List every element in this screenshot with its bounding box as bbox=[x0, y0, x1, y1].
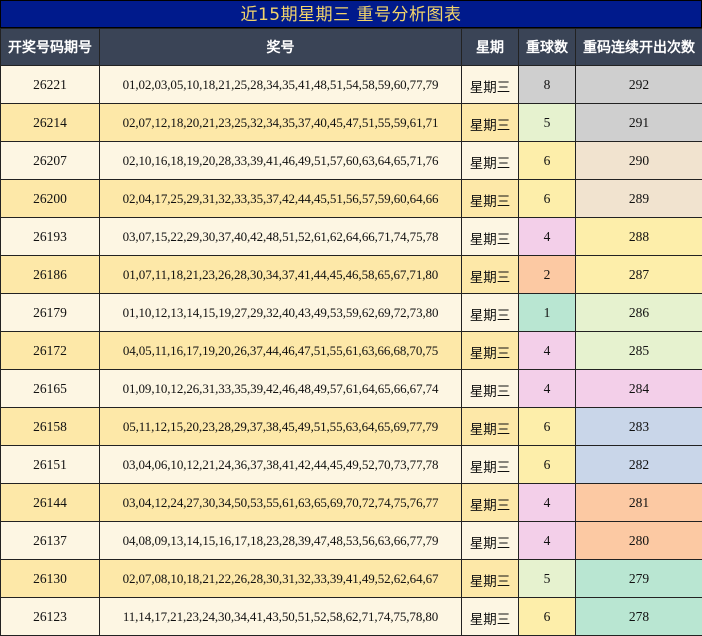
table-row: 2612311,14,17,21,23,24,30,34,41,43,50,51… bbox=[1, 598, 702, 636]
streak-count-cell: 283 bbox=[576, 408, 702, 446]
numbers-cell: 01,09,10,12,26,31,33,35,39,42,46,48,49,5… bbox=[100, 370, 462, 408]
table-row: 2616501,09,10,12,26,31,33,35,39,42,46,48… bbox=[1, 370, 702, 408]
page-title: 近15期星期三 重号分析图表 bbox=[0, 0, 702, 28]
issue-cell: 26158 bbox=[1, 408, 100, 446]
repeat-count-cell: 4 bbox=[519, 218, 576, 256]
streak-count-cell: 292 bbox=[576, 66, 702, 104]
streak-count-cell: 286 bbox=[576, 294, 702, 332]
table-header-row: 开奖号码期号 奖号 星期 重球数 重码连续开出次数 bbox=[1, 29, 702, 66]
table-row: 2620702,10,16,18,19,20,28,33,39,41,46,49… bbox=[1, 142, 702, 180]
weekday-cell: 星期三 bbox=[462, 294, 519, 332]
weekday-cell: 星期三 bbox=[462, 256, 519, 294]
issue-cell: 26137 bbox=[1, 522, 100, 560]
repeat-analysis-table: 开奖号码期号 奖号 星期 重球数 重码连续开出次数 2622101,02,03,… bbox=[0, 28, 702, 636]
issue-cell: 26214 bbox=[1, 104, 100, 142]
weekday-cell: 星期三 bbox=[462, 66, 519, 104]
weekday-cell: 星期三 bbox=[462, 598, 519, 636]
repeat-count-cell: 1 bbox=[519, 294, 576, 332]
repeat-count-cell: 6 bbox=[519, 408, 576, 446]
numbers-cell: 01,10,12,13,14,15,19,27,29,32,40,43,49,5… bbox=[100, 294, 462, 332]
streak-count-cell: 279 bbox=[576, 560, 702, 598]
repeat-count-cell: 6 bbox=[519, 446, 576, 484]
streak-count-cell: 278 bbox=[576, 598, 702, 636]
issue-cell: 26179 bbox=[1, 294, 100, 332]
weekday-cell: 星期三 bbox=[462, 332, 519, 370]
table-row: 2613704,08,09,13,14,15,16,17,18,23,28,39… bbox=[1, 522, 702, 560]
issue-cell: 26207 bbox=[1, 142, 100, 180]
header-numbers: 奖号 bbox=[100, 29, 462, 66]
weekday-cell: 星期三 bbox=[462, 370, 519, 408]
table-body: 2622101,02,03,05,10,18,21,25,28,34,35,41… bbox=[1, 66, 702, 636]
table-row: 2617901,10,12,13,14,15,19,27,29,32,40,43… bbox=[1, 294, 702, 332]
numbers-cell: 03,04,06,10,12,21,24,36,37,38,41,42,44,4… bbox=[100, 446, 462, 484]
issue-cell: 26193 bbox=[1, 218, 100, 256]
streak-count-cell: 281 bbox=[576, 484, 702, 522]
table-row: 2618601,07,11,18,21,23,26,28,30,34,37,41… bbox=[1, 256, 702, 294]
repeat-count-cell: 4 bbox=[519, 522, 576, 560]
issue-cell: 26172 bbox=[1, 332, 100, 370]
numbers-cell: 04,08,09,13,14,15,16,17,18,23,28,39,47,4… bbox=[100, 522, 462, 560]
table-row: 2613002,07,08,10,18,21,22,26,28,30,31,32… bbox=[1, 560, 702, 598]
header-streak-count: 重码连续开出次数 bbox=[576, 29, 702, 66]
streak-count-cell: 288 bbox=[576, 218, 702, 256]
header-repeat-count: 重球数 bbox=[519, 29, 576, 66]
streak-count-cell: 289 bbox=[576, 180, 702, 218]
header-issue: 开奖号码期号 bbox=[1, 29, 100, 66]
repeat-count-cell: 2 bbox=[519, 256, 576, 294]
table-row: 2622101,02,03,05,10,18,21,25,28,34,35,41… bbox=[1, 66, 702, 104]
table-row: 2621402,07,12,18,20,21,23,25,32,34,35,37… bbox=[1, 104, 702, 142]
streak-count-cell: 285 bbox=[576, 332, 702, 370]
numbers-cell: 03,07,15,22,29,30,37,40,42,48,51,52,61,6… bbox=[100, 218, 462, 256]
repeat-count-cell: 4 bbox=[519, 370, 576, 408]
table-row: 2619303,07,15,22,29,30,37,40,42,48,51,52… bbox=[1, 218, 702, 256]
weekday-cell: 星期三 bbox=[462, 408, 519, 446]
weekday-cell: 星期三 bbox=[462, 446, 519, 484]
repeat-count-cell: 4 bbox=[519, 484, 576, 522]
issue-cell: 26144 bbox=[1, 484, 100, 522]
repeat-count-cell: 8 bbox=[519, 66, 576, 104]
weekday-cell: 星期三 bbox=[462, 142, 519, 180]
numbers-cell: 02,07,12,18,20,21,23,25,32,34,35,37,40,4… bbox=[100, 104, 462, 142]
repeat-count-cell: 6 bbox=[519, 180, 576, 218]
issue-cell: 26186 bbox=[1, 256, 100, 294]
weekday-cell: 星期三 bbox=[462, 560, 519, 598]
numbers-cell: 05,11,12,15,20,23,28,29,37,38,45,49,51,5… bbox=[100, 408, 462, 446]
numbers-cell: 04,05,11,16,17,19,20,26,37,44,46,47,51,5… bbox=[100, 332, 462, 370]
weekday-cell: 星期三 bbox=[462, 180, 519, 218]
numbers-cell: 01,02,03,05,10,18,21,25,28,34,35,41,48,5… bbox=[100, 66, 462, 104]
table-row: 2615103,04,06,10,12,21,24,36,37,38,41,42… bbox=[1, 446, 702, 484]
repeat-count-cell: 6 bbox=[519, 142, 576, 180]
numbers-cell: 02,04,17,25,29,31,32,33,35,37,42,44,45,5… bbox=[100, 180, 462, 218]
repeat-count-cell: 5 bbox=[519, 104, 576, 142]
streak-count-cell: 290 bbox=[576, 142, 702, 180]
numbers-cell: 02,10,16,18,19,20,28,33,39,41,46,49,51,5… bbox=[100, 142, 462, 180]
table-row: 2620002,04,17,25,29,31,32,33,35,37,42,44… bbox=[1, 180, 702, 218]
issue-cell: 26221 bbox=[1, 66, 100, 104]
streak-count-cell: 280 bbox=[576, 522, 702, 560]
streak-count-cell: 291 bbox=[576, 104, 702, 142]
numbers-cell: 02,07,08,10,18,21,22,26,28,30,31,32,33,3… bbox=[100, 560, 462, 598]
header-weekday: 星期 bbox=[462, 29, 519, 66]
weekday-cell: 星期三 bbox=[462, 522, 519, 560]
streak-count-cell: 282 bbox=[576, 446, 702, 484]
repeat-count-cell: 6 bbox=[519, 598, 576, 636]
streak-count-cell: 287 bbox=[576, 256, 702, 294]
weekday-cell: 星期三 bbox=[462, 218, 519, 256]
issue-cell: 26165 bbox=[1, 370, 100, 408]
repeat-count-cell: 5 bbox=[519, 560, 576, 598]
table-row: 2615805,11,12,15,20,23,28,29,37,38,45,49… bbox=[1, 408, 702, 446]
repeat-count-cell: 4 bbox=[519, 332, 576, 370]
numbers-cell: 03,04,12,24,27,30,34,50,53,55,61,63,65,6… bbox=[100, 484, 462, 522]
streak-count-cell: 284 bbox=[576, 370, 702, 408]
issue-cell: 26123 bbox=[1, 598, 100, 636]
weekday-cell: 星期三 bbox=[462, 484, 519, 522]
numbers-cell: 01,07,11,18,21,23,26,28,30,34,37,41,44,4… bbox=[100, 256, 462, 294]
issue-cell: 26130 bbox=[1, 560, 100, 598]
weekday-cell: 星期三 bbox=[462, 104, 519, 142]
table-row: 2617204,05,11,16,17,19,20,26,37,44,46,47… bbox=[1, 332, 702, 370]
table-row: 2614403,04,12,24,27,30,34,50,53,55,61,63… bbox=[1, 484, 702, 522]
numbers-cell: 11,14,17,21,23,24,30,34,41,43,50,51,52,5… bbox=[100, 598, 462, 636]
issue-cell: 26151 bbox=[1, 446, 100, 484]
issue-cell: 26200 bbox=[1, 180, 100, 218]
